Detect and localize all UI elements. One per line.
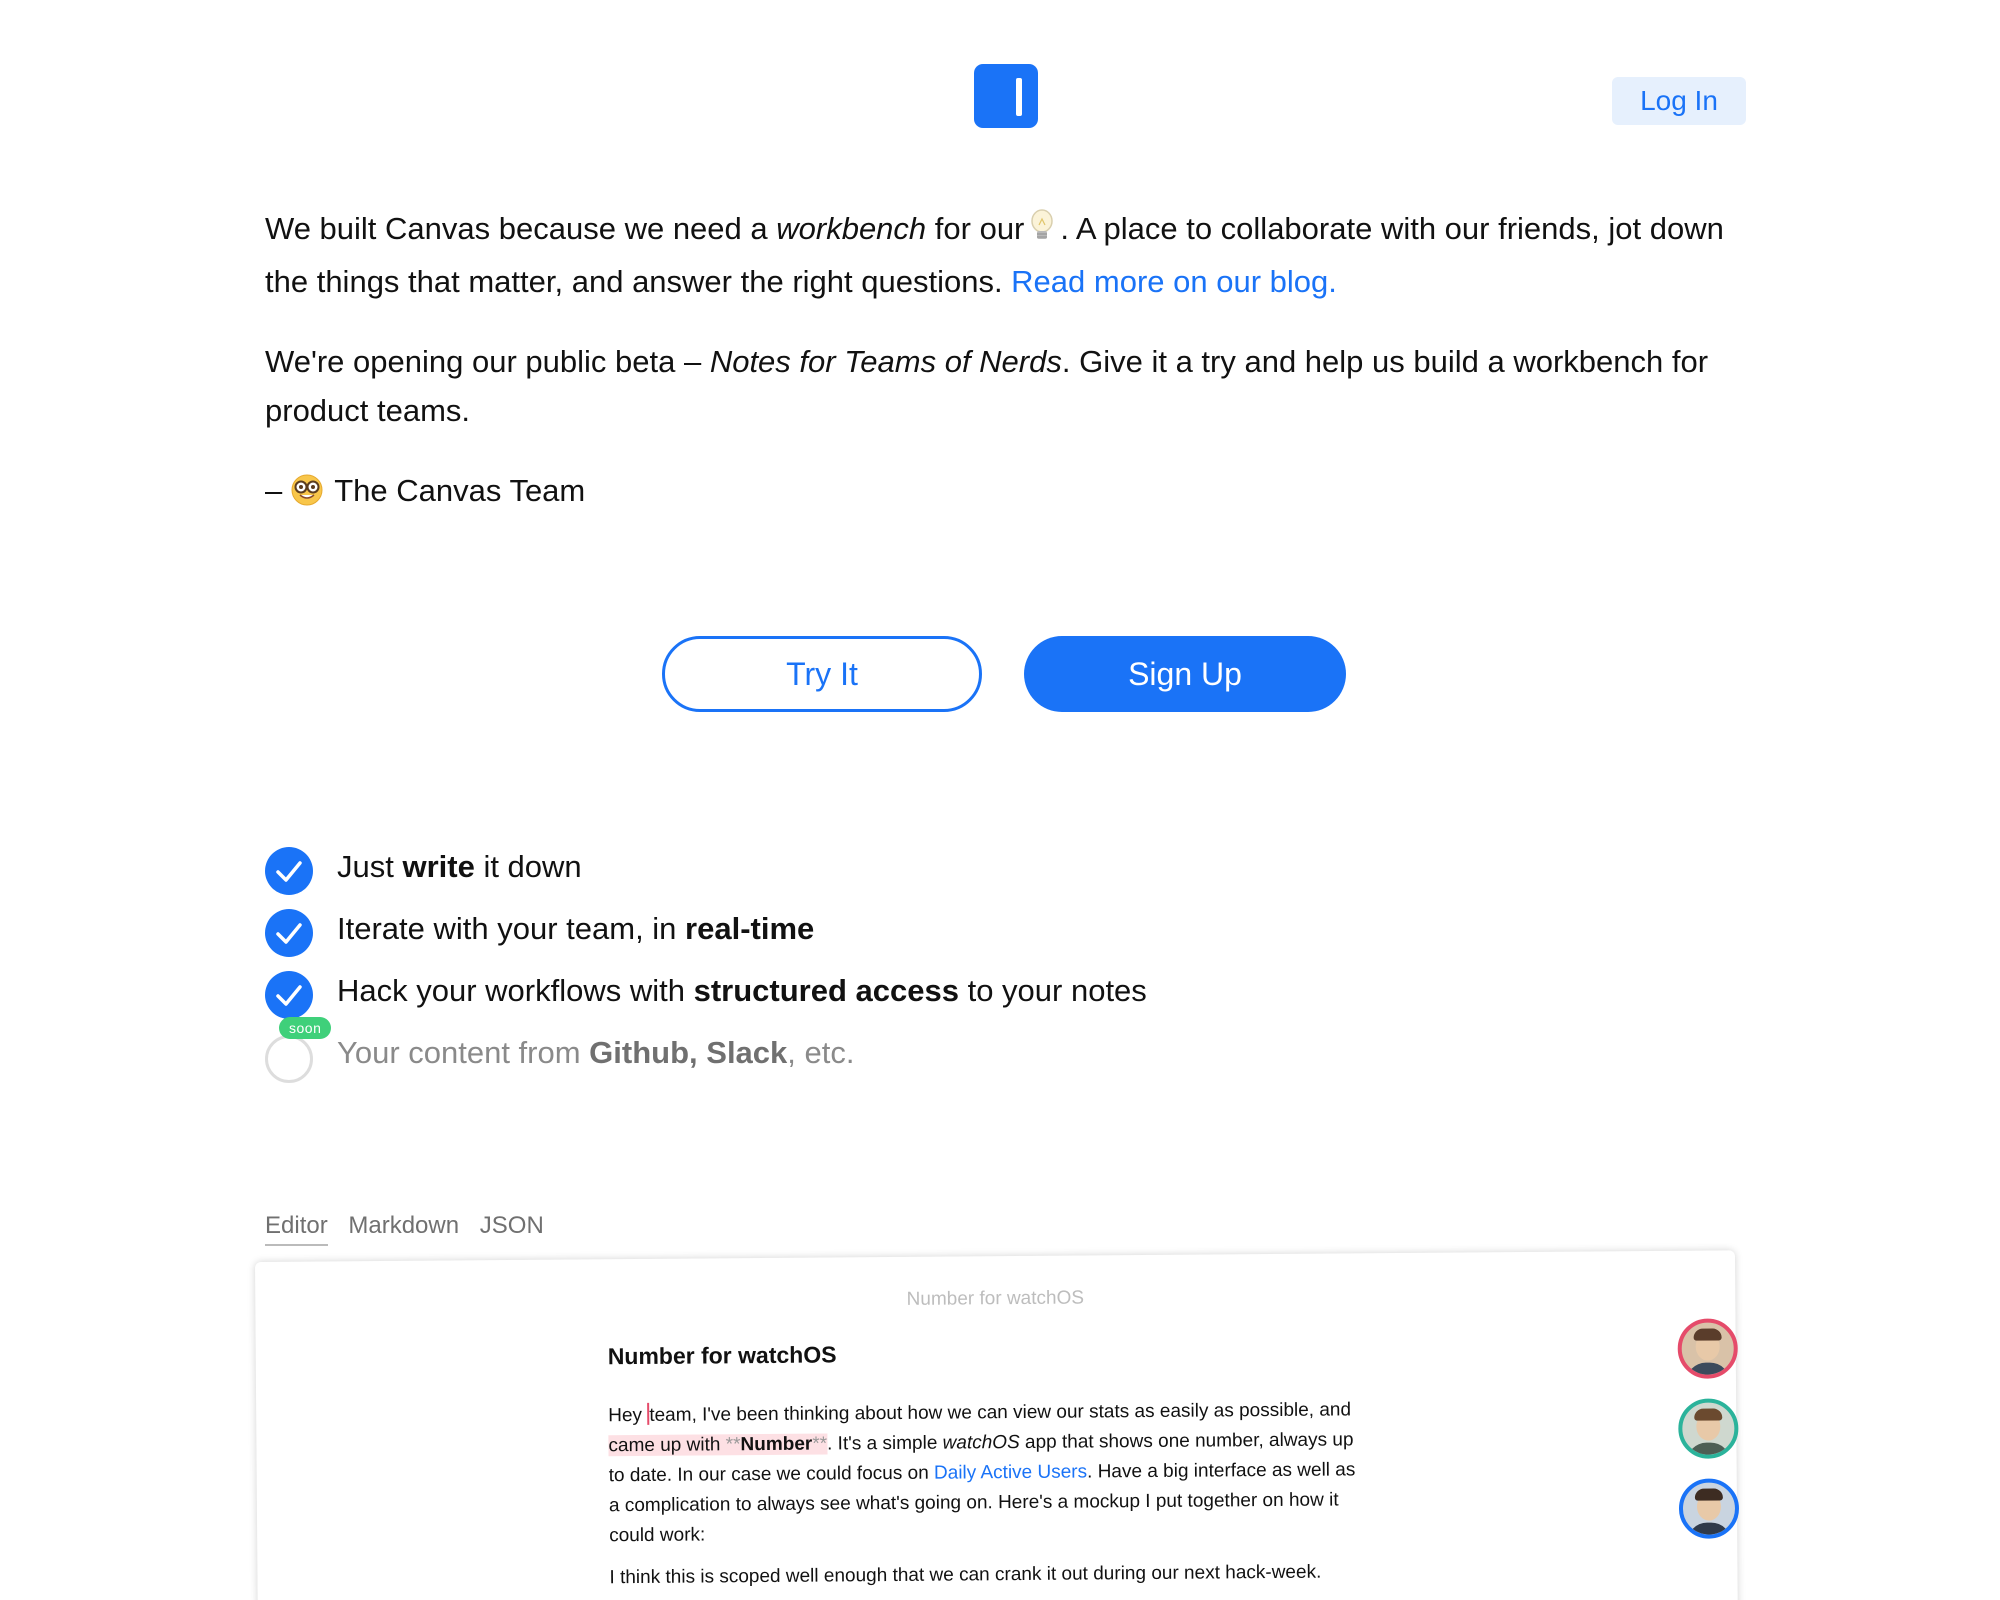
doc-text: came up with bbox=[608, 1434, 726, 1457]
intro-paragraph-1: We built Canvas because we need a workbe… bbox=[265, 204, 1725, 306]
signature: – The Canvas Team bbox=[265, 466, 1725, 521]
landing-page: Log In We built Canvas because we need a… bbox=[0, 0, 2000, 1600]
avatar-body bbox=[1687, 1522, 1732, 1539]
nerd-face-icon bbox=[290, 472, 324, 521]
editor-document[interactable]: Number for watchOS Hey team, I've been t… bbox=[608, 1335, 1370, 1600]
check-circle-icon bbox=[265, 909, 313, 957]
doc-text-italic: watchOS bbox=[942, 1431, 1020, 1454]
avatar-hair bbox=[1693, 1328, 1722, 1341]
try-it-button[interactable]: Try It bbox=[662, 636, 982, 712]
blog-link[interactable]: Read more on our blog. bbox=[1011, 264, 1337, 299]
doc-text-bold: Number bbox=[740, 1433, 813, 1456]
intro-text: We're opening our public beta – bbox=[265, 344, 710, 379]
collaborator-selection: came up with **Number** bbox=[608, 1433, 828, 1457]
feature-text-part: it down bbox=[474, 849, 582, 884]
feature-item-upcoming: soon Your content from Github, Slack, et… bbox=[265, 1017, 1565, 1091]
empty-circle-icon bbox=[265, 1035, 313, 1083]
soon-badge: soon bbox=[279, 1017, 332, 1039]
sign-up-button[interactable]: Sign Up bbox=[1024, 636, 1346, 712]
avatar-hair bbox=[1694, 1488, 1723, 1501]
markdown-marker: ** bbox=[725, 1434, 741, 1456]
intro-text: for our bbox=[926, 211, 1025, 246]
feature-item: Just write it down bbox=[265, 843, 1565, 905]
document-paragraph: Hey team, I've been thinking about how w… bbox=[608, 1395, 1369, 1551]
feature-list: Just write it down Iterate with your tea… bbox=[265, 843, 1565, 1091]
logo-cursor-mark bbox=[1016, 78, 1022, 116]
feature-label: Just write it down bbox=[337, 843, 582, 891]
feature-text-part: to your notes bbox=[958, 973, 1147, 1008]
collaborator-avatar[interactable] bbox=[1678, 1398, 1739, 1459]
intro-emphasis: workbench bbox=[776, 211, 927, 246]
feature-text-part: Your content from bbox=[337, 1035, 590, 1070]
signature-dash: – bbox=[265, 473, 283, 508]
feature-text-bold: Slack bbox=[706, 1035, 788, 1070]
feature-text-bold: structured access bbox=[693, 973, 959, 1008]
document-paragraph: I think this is scoped well enough that … bbox=[609, 1561, 1322, 1589]
signature-name: The Canvas Team bbox=[334, 473, 586, 508]
tab-json[interactable]: JSON bbox=[480, 1212, 544, 1244]
feature-label: Hack your workflows with structured acce… bbox=[337, 967, 1147, 1015]
collaborator-avatar[interactable] bbox=[1677, 1318, 1738, 1379]
feature-item: Iterate with your team, in real-time bbox=[265, 905, 1565, 967]
tab-markdown[interactable]: Markdown bbox=[348, 1212, 459, 1244]
doc-text: . It's a simple bbox=[826, 1432, 943, 1455]
feature-text-part: , etc. bbox=[787, 1035, 855, 1070]
doc-text: team, I've been thinking about how we ca… bbox=[649, 1399, 1352, 1426]
login-button[interactable]: Log In bbox=[1612, 77, 1746, 125]
check-circle-icon bbox=[265, 847, 313, 895]
feature-text-part: Iterate with your team, in bbox=[337, 911, 686, 946]
feature-text-bold: Github bbox=[589, 1035, 690, 1070]
feature-text-part: Just bbox=[337, 849, 403, 884]
check-circle-icon bbox=[265, 971, 313, 1019]
feature-text-part: , bbox=[689, 1035, 707, 1070]
lightbulb-icon bbox=[1030, 208, 1054, 257]
intro-paragraph-2: We're opening our public beta – Notes fo… bbox=[265, 337, 1725, 435]
markdown-marker: ** bbox=[812, 1433, 828, 1455]
intro-emphasis: Notes for Teams of Nerds bbox=[709, 344, 1062, 379]
feature-label: Your content from Github, Slack, etc. bbox=[337, 1029, 854, 1077]
feature-label: Iterate with your team, in real-time bbox=[337, 905, 814, 953]
doc-text: Hey bbox=[608, 1404, 648, 1427]
editor-preview-card: Number for watchOS Number for watchOS He… bbox=[255, 1250, 1740, 1600]
editor-tabs: Editor Markdown JSON bbox=[265, 1212, 558, 1246]
avatar-hair bbox=[1694, 1408, 1723, 1421]
feature-text-bold: write bbox=[402, 849, 475, 884]
intro-section: We built Canvas because we need a workbe… bbox=[265, 204, 1725, 552]
avatar-body bbox=[1686, 1442, 1731, 1459]
feature-text-bold: real-time bbox=[685, 911, 815, 946]
collaborator-avatar[interactable] bbox=[1678, 1478, 1740, 1539]
feature-text-part: Hack your workflows with bbox=[337, 973, 694, 1008]
intro-text: We built Canvas because we need a bbox=[265, 211, 777, 246]
canvas-logo[interactable] bbox=[974, 64, 1038, 128]
feature-item: Hack your workflows with structured acce… bbox=[265, 967, 1565, 1029]
doc-link[interactable]: Daily Active Users bbox=[934, 1461, 1087, 1483]
avatar-body bbox=[1685, 1362, 1730, 1379]
tab-editor[interactable]: Editor bbox=[265, 1212, 328, 1246]
document-title: Number for watchOS bbox=[607, 1341, 837, 1370]
editor-window-title: Number for watchOS bbox=[906, 1287, 1085, 1310]
